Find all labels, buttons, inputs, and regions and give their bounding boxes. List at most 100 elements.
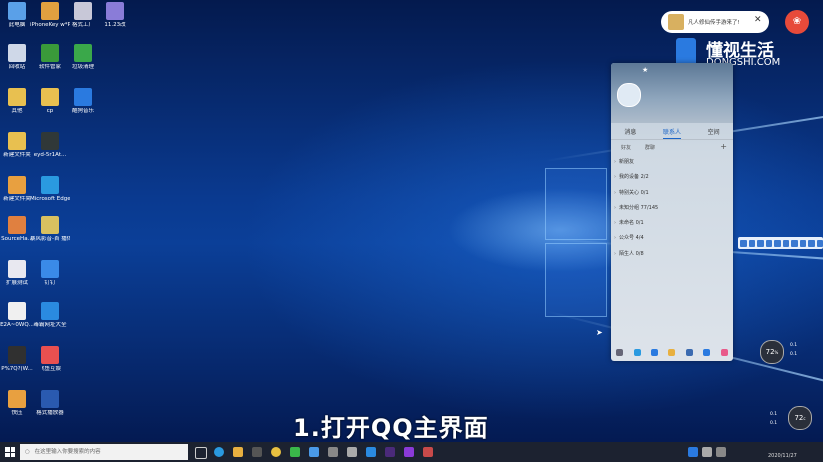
app-icon	[41, 260, 59, 278]
browser-icon[interactable]	[309, 447, 319, 457]
app-icon	[8, 260, 26, 278]
desktop-icon-label: 毒霸网址大全	[33, 322, 67, 328]
taskbar-search-box[interactable]: ○ 在这里输入你要搜索的内容	[20, 444, 188, 460]
ime-icon[interactable]	[765, 239, 772, 247]
settings-icon[interactable]	[347, 447, 357, 457]
desktop-icon[interactable]: eyd-5r1At...	[30, 132, 70, 159]
desktop-icon-label: 暴风影音-首 播体-体验...	[30, 236, 70, 242]
mail-icon[interactable]	[685, 348, 693, 356]
tray-icon[interactable]	[688, 447, 698, 457]
contact-group[interactable]: 未命名 0/1	[611, 216, 733, 232]
chrome-icon[interactable]	[271, 447, 281, 457]
desktop-icon[interactable]: 毒霸网址大全	[30, 302, 70, 329]
app-icon	[41, 346, 59, 364]
performance-widget-2[interactable]: 0.1 0.1 72c	[766, 406, 816, 432]
star-icon[interactable]: ★	[642, 66, 648, 74]
qq-profile-header: ★	[611, 63, 733, 123]
contact-group[interactable]: 特别关心 0/1	[611, 186, 733, 202]
windows-start-icon[interactable]	[5, 447, 15, 457]
ime-icon[interactable]	[816, 239, 823, 247]
premiere-icon[interactable]	[385, 447, 395, 457]
subtab-groups[interactable]: 群聊	[645, 144, 655, 151]
performance-widget[interactable]: 72% 0.1 0.1	[760, 340, 810, 364]
notification-text: 凡人修仙传手游来了!	[688, 20, 740, 26]
task-view-icon[interactable]	[195, 447, 207, 459]
download-speed: 0.1	[790, 352, 798, 357]
tray-icon[interactable]	[716, 447, 726, 457]
desktop-icon[interactable]: 飞鱼互娱	[30, 346, 70, 373]
contact-group[interactable]: 我的设备 2/2	[611, 170, 733, 186]
contact-group-list: 新朋友我的设备 2/2特别关心 0/1未知分组 77/145未命名 0/1公众号…	[611, 155, 733, 262]
ime-icon[interactable]	[757, 239, 764, 247]
tray-icon[interactable]	[702, 447, 712, 457]
close-icon[interactable]: ✕	[754, 15, 762, 25]
ime-toolbar[interactable]	[738, 237, 823, 249]
player-icon[interactable]	[423, 447, 433, 457]
tab-messages[interactable]: 消息	[624, 127, 636, 139]
app-icon	[8, 216, 26, 234]
upload-speed: 0.1	[770, 412, 778, 417]
subtab-friends[interactable]: 好友	[621, 144, 631, 151]
app-icon	[41, 390, 59, 408]
perf-unit: c	[803, 416, 806, 421]
gift-icon[interactable]: ❀	[785, 10, 809, 34]
app-icon	[8, 44, 26, 62]
desktop-icon-label: 格式播放器	[36, 410, 64, 416]
qq-main-window[interactable]: ★ 消息 联系人 空间 好友 群聊 + 新朋友我的设备 2/2特别关心 0/1未…	[611, 63, 733, 361]
desktop-icon[interactable]: 11.23改	[95, 2, 135, 29]
shield-icon[interactable]	[703, 348, 711, 356]
cursor-icon: ➤	[596, 328, 603, 337]
windows-logo-pane	[545, 243, 607, 317]
ime-icon[interactable]	[740, 239, 747, 247]
folder-icon[interactable]	[668, 348, 676, 356]
clock-date[interactable]: 2020/11/27	[768, 453, 797, 459]
contacts-icon[interactable]	[633, 348, 641, 356]
contact-group[interactable]: 新朋友	[611, 155, 733, 171]
ime-icon[interactable]	[799, 239, 806, 247]
ime-icon[interactable]	[782, 239, 789, 247]
watermark-logo-icon	[676, 38, 696, 66]
wechat-icon[interactable]	[290, 447, 300, 457]
desktop-icon-label: Microsoft Edge	[30, 196, 70, 202]
desktop-icon[interactable]: 酷狗音乐	[63, 88, 103, 115]
edge-icon[interactable]	[214, 447, 224, 457]
app-icon	[41, 176, 59, 194]
search-placeholder: 在这里输入你要搜索的内容	[34, 449, 101, 455]
ime-icon[interactable]	[808, 239, 815, 247]
menu-icon[interactable]	[616, 348, 624, 356]
qq-bottom-toolbar	[611, 343, 733, 361]
desktop-icon-label: 11.23改	[104, 22, 126, 28]
camera-icon[interactable]	[328, 447, 338, 457]
notification-bubble[interactable]: 凡人修仙传手游来了! ✕	[661, 11, 769, 33]
app-icon[interactable]	[404, 447, 414, 457]
app-icon	[8, 390, 26, 408]
avatar[interactable]	[617, 83, 641, 107]
tab-space[interactable]: 空间	[708, 127, 720, 139]
ime-icon[interactable]	[748, 239, 755, 247]
qq-tabs: 消息 联系人 空间	[611, 123, 733, 140]
qq-subtabs: 好友 群聊 +	[611, 140, 733, 155]
tab-contacts[interactable]: 联系人	[662, 127, 681, 139]
add-contact-button[interactable]: +	[720, 142, 727, 151]
desktop-icon-label: 钉钉	[44, 280, 56, 286]
desktop-icon-label: 酷狗音乐	[71, 108, 94, 114]
ime-icon[interactable]	[791, 239, 798, 247]
app-icon	[8, 302, 26, 320]
app-icon	[106, 2, 124, 20]
apps-icon[interactable]	[720, 348, 728, 356]
desktop-icon[interactable]: 垃圾清理	[63, 44, 103, 71]
desktop-icon[interactable]: 格式播放器	[30, 390, 70, 417]
store-icon[interactable]	[252, 447, 262, 457]
contact-group[interactable]: 陌生人 0/8	[611, 247, 733, 263]
file-explorer-icon[interactable]	[233, 447, 243, 457]
contact-group[interactable]: 公众号 4/4	[611, 231, 733, 247]
desktop-icon[interactable]: 钉钉	[30, 260, 70, 287]
ime-icon[interactable]	[774, 239, 781, 247]
app-icon	[41, 132, 59, 150]
music-icon[interactable]	[651, 348, 659, 356]
desktop-icon[interactable]: 暴风影音-首 播体-体验...	[30, 216, 70, 243]
contact-group[interactable]: 未知分组 77/145	[611, 201, 733, 217]
qq-taskbar-icon[interactable]	[366, 447, 376, 457]
desktop-icon[interactable]: Microsoft Edge	[30, 176, 70, 203]
game-thumbnail-icon	[668, 14, 684, 30]
